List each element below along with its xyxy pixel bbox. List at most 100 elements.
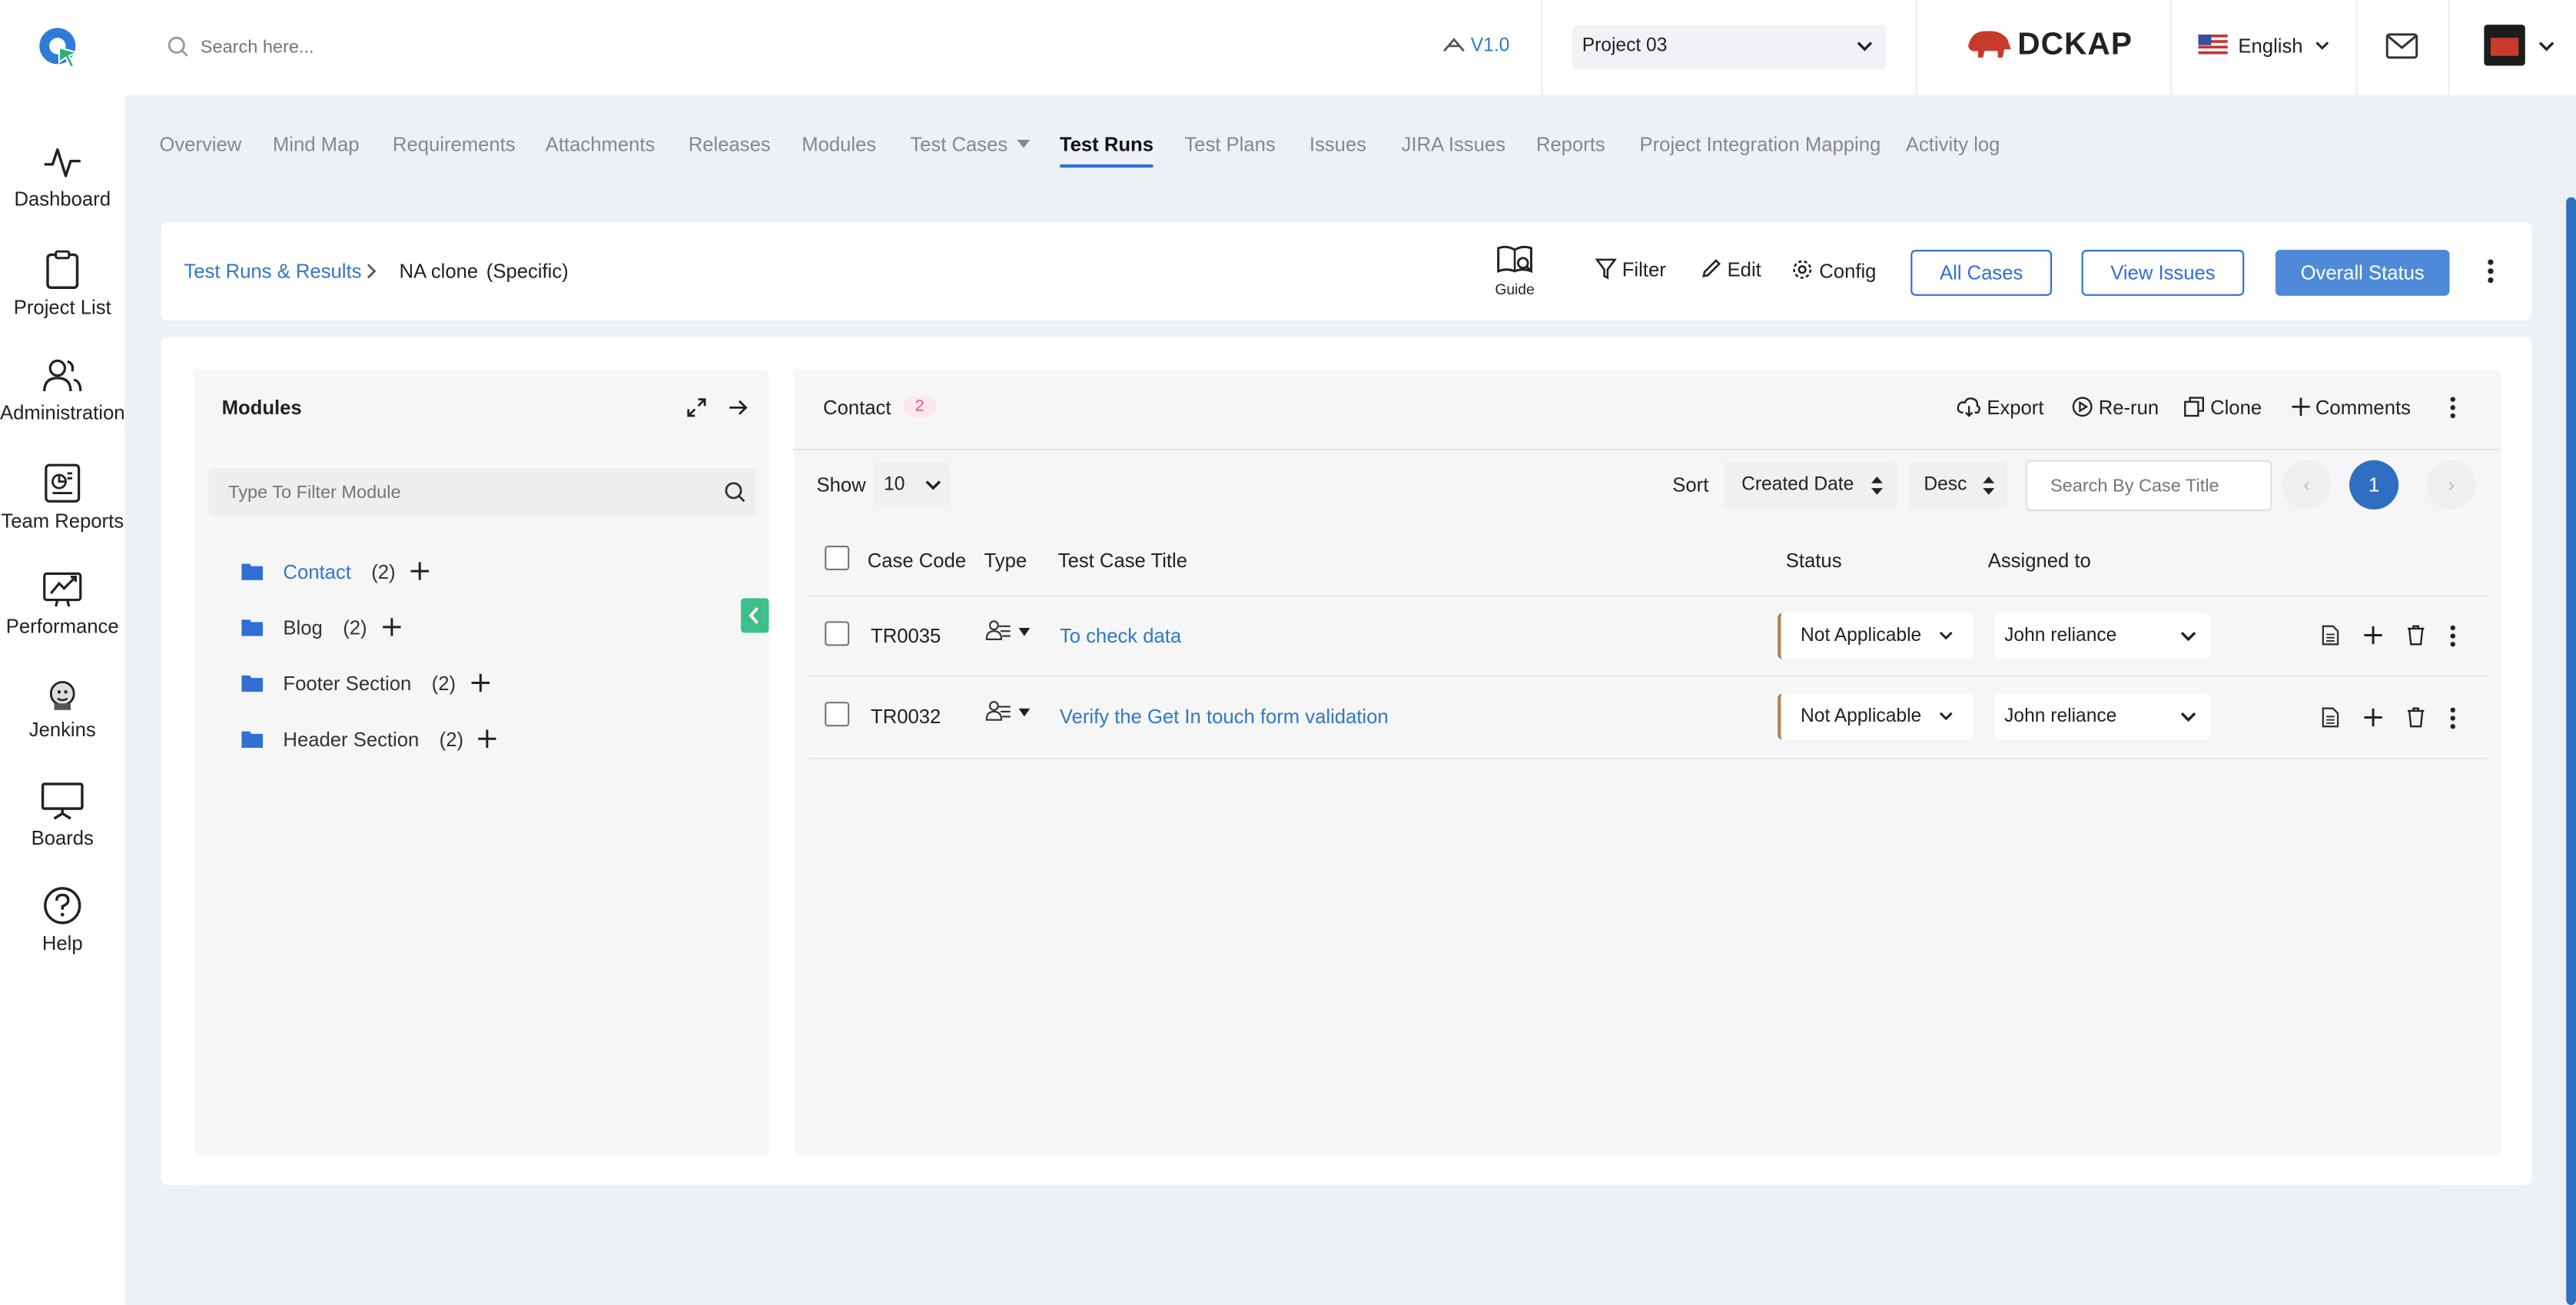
tab-project-integration-mapping[interactable]: Project Integration Mapping bbox=[1640, 133, 1881, 156]
view-issues-button[interactable]: View Issues bbox=[2081, 250, 2245, 296]
tab-test-runs[interactable]: Test Runs bbox=[1059, 133, 1154, 168]
tab-attachments[interactable]: Attachments bbox=[546, 133, 656, 156]
column-header-title: Test Case Title bbox=[1057, 549, 1187, 573]
comments-button[interactable]: Comments bbox=[2292, 396, 2411, 419]
book-search-icon bbox=[1497, 245, 1532, 274]
more-vertical-icon[interactable] bbox=[2448, 625, 2458, 648]
page-size-select[interactable]: 10 bbox=[874, 461, 950, 506]
sidebar-item-help[interactable]: Help bbox=[0, 886, 124, 955]
assignee-select[interactable]: John reliance bbox=[1994, 693, 2210, 740]
sort-field-value: Created Date bbox=[1741, 475, 1854, 495]
prev-page-button[interactable]: ‹ bbox=[2282, 460, 2332, 510]
next-page-button[interactable]: › bbox=[2426, 460, 2476, 510]
add-icon[interactable] bbox=[410, 562, 430, 580]
expand-icon[interactable] bbox=[687, 398, 707, 418]
breadcrumb-test-runs-link[interactable]: Test Runs & Results bbox=[184, 260, 361, 283]
module-item-contact[interactable]: Contact (2) bbox=[241, 560, 430, 583]
user-avatar[interactable] bbox=[2484, 25, 2525, 66]
sidebar-item-administration[interactable]: Administration bbox=[0, 358, 125, 424]
document-icon[interactable] bbox=[2322, 707, 2340, 729]
sort-order-select[interactable]: Desc bbox=[1909, 461, 2008, 510]
tab-test-plans[interactable]: Test Plans bbox=[1184, 133, 1275, 156]
trash-icon[interactable] bbox=[2407, 707, 2425, 729]
add-icon[interactable] bbox=[2364, 708, 2382, 727]
config-button[interactable]: Config bbox=[1791, 258, 1876, 283]
tab-modules[interactable]: Modules bbox=[802, 133, 876, 156]
row-checkbox[interactable] bbox=[825, 621, 850, 646]
tab-releases[interactable]: Releases bbox=[689, 133, 771, 156]
tab-test-cases[interactable]: Test Cases bbox=[910, 133, 1030, 156]
sidebar-item-team-reports[interactable]: Team Reports bbox=[0, 463, 124, 533]
arrow-right-icon[interactable] bbox=[728, 398, 748, 418]
module-name[interactable]: Header Section bbox=[283, 728, 419, 751]
filter-button[interactable]: Filter bbox=[1595, 258, 1666, 281]
tab-requirements[interactable]: Requirements bbox=[393, 133, 516, 156]
trash-icon[interactable] bbox=[2407, 625, 2425, 646]
module-item-blog[interactable]: Blog (2) bbox=[241, 616, 401, 639]
clone-button[interactable]: Clone bbox=[2183, 396, 2262, 419]
project-select[interactable]: Project 03 bbox=[1572, 25, 1887, 69]
tab-overview[interactable]: Overview bbox=[159, 133, 241, 156]
case-title-search-input[interactable] bbox=[2025, 460, 2272, 512]
status-select[interactable]: Not Applicable bbox=[1778, 693, 1973, 740]
add-icon[interactable] bbox=[471, 673, 490, 692]
tab-jira-issues[interactable]: JIRA Issues bbox=[1402, 133, 1505, 156]
tab-mind-map[interactable]: Mind Map bbox=[273, 133, 360, 156]
search-icon[interactable] bbox=[725, 482, 746, 503]
performance-icon bbox=[43, 572, 82, 607]
more-vertical-icon[interactable] bbox=[2448, 396, 2458, 419]
module-filter-box[interactable] bbox=[208, 468, 756, 516]
sidebar-item-jenkins[interactable]: Jenkins bbox=[0, 679, 124, 741]
chevron-down-icon[interactable] bbox=[2538, 41, 2554, 52]
module-name[interactable]: Contact bbox=[283, 560, 350, 583]
page-scrollbar[interactable] bbox=[2566, 197, 2576, 1305]
tab-reports[interactable]: Reports bbox=[1536, 133, 1605, 156]
rerun-button[interactable]: Re-run bbox=[2072, 396, 2159, 419]
version-badge[interactable]: V1.0 bbox=[1442, 36, 1509, 56]
case-type-menu[interactable] bbox=[985, 619, 1031, 651]
document-icon[interactable] bbox=[2322, 625, 2340, 646]
sort-field-select[interactable]: Created Date bbox=[1723, 461, 1898, 510]
status-value: Not Applicable bbox=[1801, 626, 1922, 646]
sidebar-item-dashboard[interactable]: Dashboard bbox=[0, 144, 124, 211]
divider bbox=[2170, 0, 2173, 96]
language-selector[interactable]: English bbox=[2198, 34, 2329, 58]
assignee-value: John reliance bbox=[2004, 706, 2117, 727]
add-icon[interactable] bbox=[382, 618, 401, 636]
sidebar-item-project-list[interactable]: Project List bbox=[0, 250, 124, 319]
overall-status-button[interactable]: Overall Status bbox=[2275, 250, 2450, 296]
export-button[interactable]: Export bbox=[1957, 396, 2043, 419]
rerun-label: Re-run bbox=[2098, 396, 2159, 420]
run-header-card: Test Runs & Results NA clone (Specific) … bbox=[161, 221, 2532, 321]
select-all-checkbox[interactable] bbox=[825, 545, 850, 571]
tab-issues[interactable]: Issues bbox=[1310, 133, 1366, 156]
sidebar-item-performance[interactable]: Performance bbox=[0, 569, 124, 638]
tab-activity-log[interactable]: Activity log bbox=[1906, 133, 2000, 156]
more-vertical-icon[interactable] bbox=[2485, 258, 2495, 284]
module-name[interactable]: Blog bbox=[283, 616, 322, 639]
assignee-select[interactable]: John reliance bbox=[1994, 613, 2210, 659]
collapse-panel-button[interactable] bbox=[741, 598, 769, 633]
edit-button[interactable]: Edit bbox=[1701, 258, 1761, 281]
app-logo-icon[interactable] bbox=[38, 26, 81, 69]
sidebar-item-boards[interactable]: Boards bbox=[0, 781, 124, 850]
case-title-link[interactable]: Verify the Get In touch form validation bbox=[1060, 705, 1389, 728]
version-label: V1.0 bbox=[1470, 36, 1510, 56]
module-filter-input[interactable] bbox=[224, 478, 692, 508]
row-checkbox[interactable] bbox=[825, 702, 850, 727]
module-name[interactable]: Footer Section bbox=[283, 672, 411, 696]
mail-icon[interactable] bbox=[2385, 33, 2418, 59]
case-title-link[interactable]: To check data bbox=[1060, 625, 1181, 648]
global-search-input[interactable] bbox=[197, 29, 697, 66]
module-item-footer-section[interactable]: Footer Section (2) bbox=[241, 672, 490, 696]
status-select[interactable]: Not Applicable bbox=[1778, 613, 1973, 659]
current-page-button[interactable]: 1 bbox=[2349, 460, 2399, 510]
add-icon[interactable] bbox=[479, 729, 497, 749]
more-vertical-icon[interactable] bbox=[2448, 707, 2458, 730]
chevron-left-icon bbox=[749, 606, 759, 624]
module-item-header-section[interactable]: Header Section (2) bbox=[241, 728, 497, 751]
case-type-menu[interactable] bbox=[985, 700, 1031, 732]
all-cases-button[interactable]: All Cases bbox=[1910, 250, 2053, 296]
guide-button[interactable]: Guide bbox=[1492, 243, 1538, 297]
add-icon[interactable] bbox=[2364, 626, 2382, 645]
